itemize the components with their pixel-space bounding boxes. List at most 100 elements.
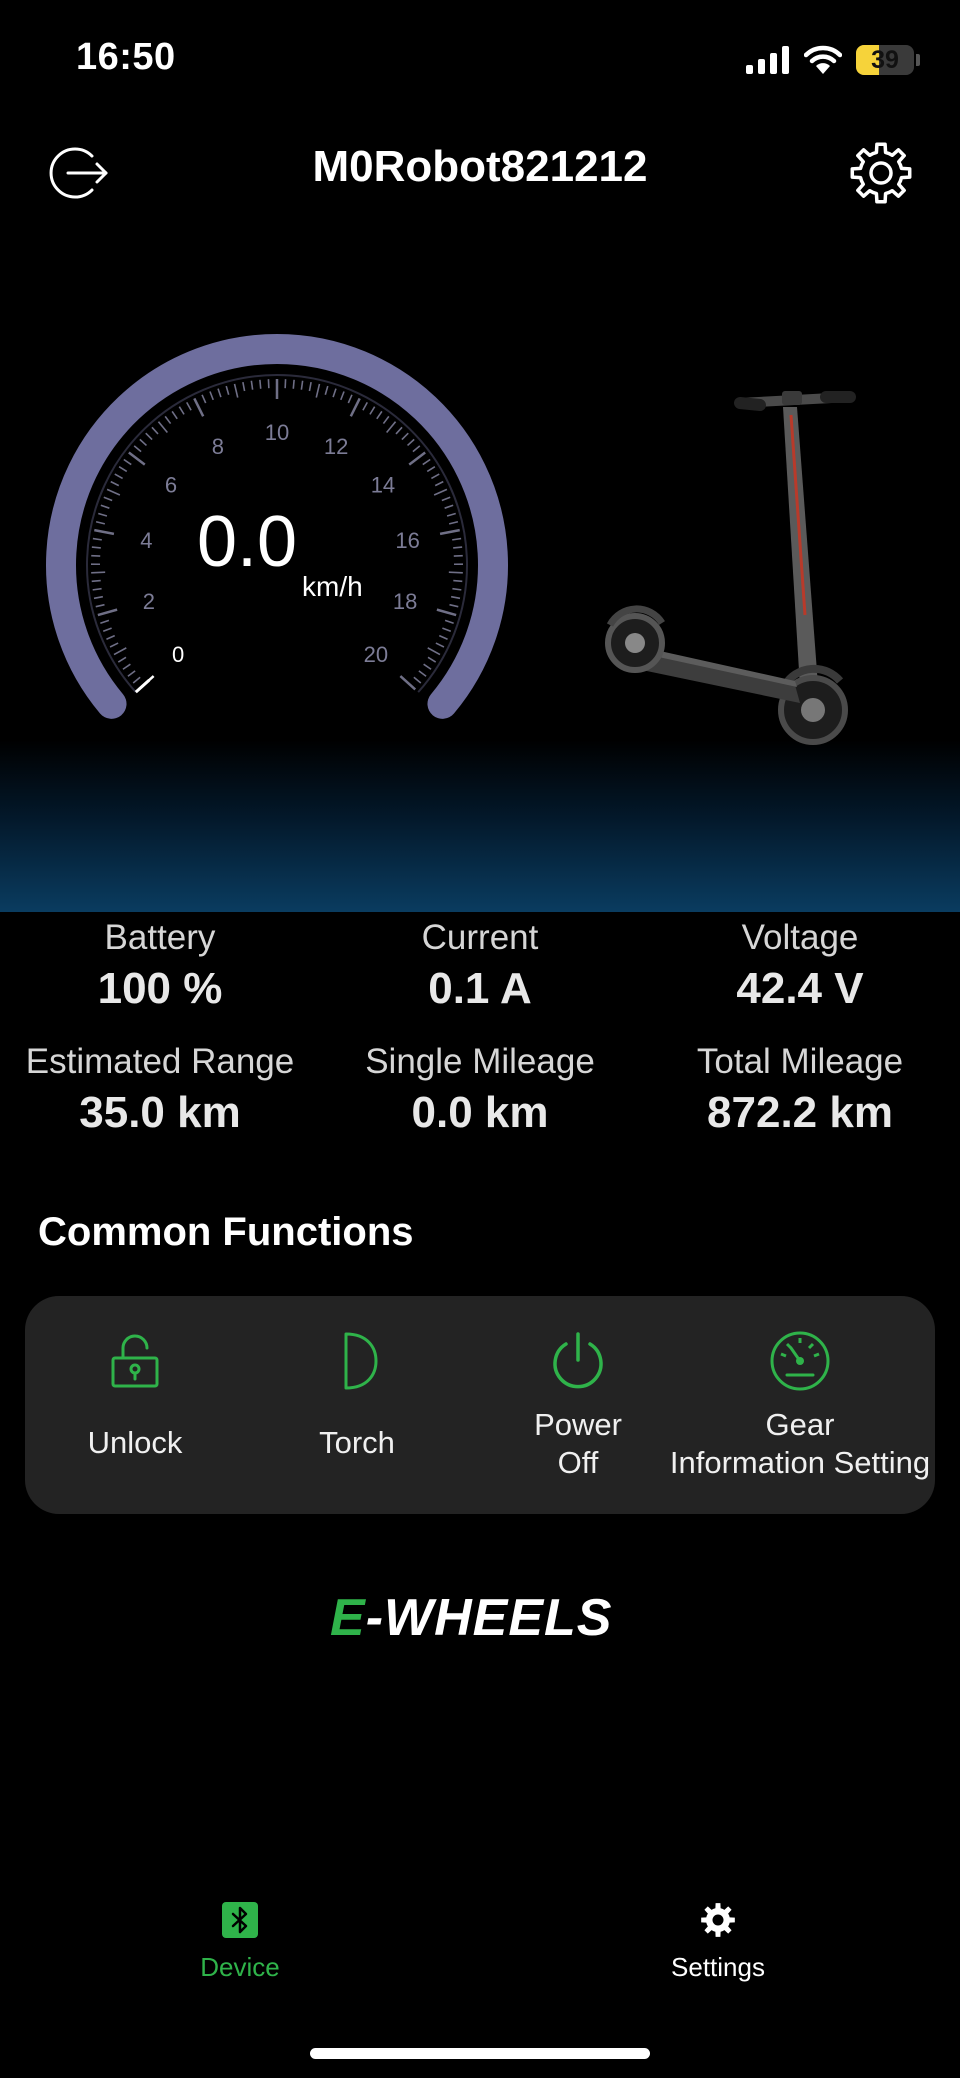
gauge-tick	[98, 512, 108, 517]
tab-device[interactable]: Device	[120, 1900, 360, 1983]
gauge-tick	[401, 432, 409, 441]
gauge-tick	[171, 410, 178, 420]
unlock-label: Unlock	[87, 1425, 183, 1460]
gear-label-line2: Information Setting	[669, 1445, 931, 1480]
gauge-tick	[118, 465, 128, 473]
wifi-icon	[804, 45, 842, 74]
gauge-tick	[233, 383, 239, 398]
stat-estimated-range: Estimated Range 35.0 km	[0, 1042, 320, 1138]
gauge-tick	[117, 656, 127, 663]
gauge-tick	[324, 385, 329, 395]
hero-background-glow	[0, 740, 960, 912]
gauge-tick	[193, 397, 205, 417]
gauge-tick	[441, 496, 451, 502]
battery-indicator: 39	[856, 45, 920, 75]
gauge-tick	[164, 415, 172, 425]
power-icon	[553, 1332, 603, 1389]
gauge-tick	[100, 504, 110, 509]
gauge-tick	[114, 473, 124, 480]
gauge-tick	[453, 579, 463, 583]
gauge-tick	[133, 445, 142, 453]
gauge-tick	[446, 512, 456, 517]
gauge-tick	[340, 391, 345, 401]
gauge-tick	[369, 406, 376, 415]
gauge-tick	[93, 595, 104, 600]
gauge-tick	[386, 421, 397, 433]
gear-label-line1: Gear	[765, 1407, 835, 1442]
gauge-tick	[430, 473, 440, 480]
gauge-tick-label: 10	[265, 420, 289, 445]
gauge-tick	[95, 520, 106, 525]
gauge-tick	[292, 379, 295, 389]
device-name-title: M0Robot821212	[312, 142, 648, 191]
gauge-tick	[376, 410, 383, 420]
stat-total-mileage: Total Mileage 872.2 km	[640, 1042, 960, 1138]
gauge-tick	[259, 379, 262, 389]
tab-settings[interactable]: Settings	[598, 1900, 838, 1983]
gauge-tick	[452, 537, 462, 541]
gauge-tick-label: 0	[172, 642, 184, 667]
gauge-tick	[406, 438, 415, 447]
gauge-tick	[97, 608, 118, 617]
stat-current: Current 0.1 A	[320, 918, 640, 1014]
stat-battery-value: 100 %	[97, 964, 223, 1013]
gauge-tick	[362, 401, 368, 411]
gauge-tick	[347, 394, 353, 404]
gauge-tick	[408, 451, 426, 466]
gauge-tick	[439, 528, 460, 536]
speed-value: 0.0	[197, 502, 297, 582]
gauge-tick	[151, 426, 159, 435]
logo-rest: -WHEELS	[365, 1589, 613, 1647]
gauge-tick	[444, 619, 454, 624]
tab-device-label: Device	[200, 1952, 280, 1982]
stat-range-value: 35.0 km	[79, 1088, 241, 1137]
common-functions-title: Common Functions	[38, 1210, 414, 1254]
gauge-tick	[122, 663, 131, 670]
gauge-tick	[315, 383, 321, 398]
gauge-tick	[453, 546, 463, 549]
gauge-tick	[300, 380, 304, 390]
torch-icon	[344, 1332, 378, 1390]
unlock-button[interactable]: Unlock	[5, 1330, 265, 1462]
gauge-tick	[427, 647, 441, 656]
gauge-tick	[100, 619, 110, 624]
speedometer-icon	[770, 1331, 830, 1391]
gear-information-setting-button[interactable]: Gear Information Setting	[660, 1330, 940, 1482]
gauge-tick	[132, 676, 141, 684]
gauge-tick-label: 16	[395, 528, 419, 553]
e-wheels-logo: E-WHEELS	[330, 1588, 612, 1648]
gauge-tick	[438, 634, 448, 640]
scooter-image	[605, 391, 856, 745]
gauge-tick	[92, 537, 102, 541]
stat-voltage-label: Voltage	[741, 918, 859, 957]
gauge-tick	[452, 587, 462, 591]
gauge-tick	[123, 458, 132, 466]
home-indicator	[310, 2048, 650, 2059]
gauge-tick-label: 14	[371, 473, 395, 498]
stat-voltage-value: 42.4 V	[736, 964, 864, 1013]
gauge-tick	[434, 480, 444, 487]
stat-current-label: Current	[421, 918, 539, 957]
gauge-tick	[91, 546, 101, 549]
gauge-tick	[127, 670, 136, 677]
stat-single-value: 0.0 km	[411, 1088, 549, 1137]
gauge-tick-label: 12	[324, 434, 348, 459]
gauge-tick	[92, 587, 102, 591]
gauge-tick	[395, 426, 403, 435]
gauge-tick	[418, 670, 427, 677]
stat-single-label: Single Mileage	[365, 1042, 595, 1081]
gauge-tick	[178, 406, 185, 415]
speed-unit: km/h	[302, 571, 363, 602]
settings-gear-icon[interactable]	[846, 138, 916, 208]
signal-icon	[746, 46, 789, 74]
gauge-tick	[157, 421, 168, 433]
gauge-tick	[448, 571, 463, 574]
gauge-tick	[217, 388, 222, 398]
gauge-tick-label: 18	[393, 589, 417, 614]
gauge-tick	[139, 438, 148, 447]
stat-voltage: Voltage 42.4 V	[640, 918, 960, 1014]
gauge-tick	[250, 380, 254, 390]
gauge-tick	[91, 571, 106, 574]
gauge-tick	[91, 579, 101, 583]
gauge-tick	[426, 465, 436, 473]
